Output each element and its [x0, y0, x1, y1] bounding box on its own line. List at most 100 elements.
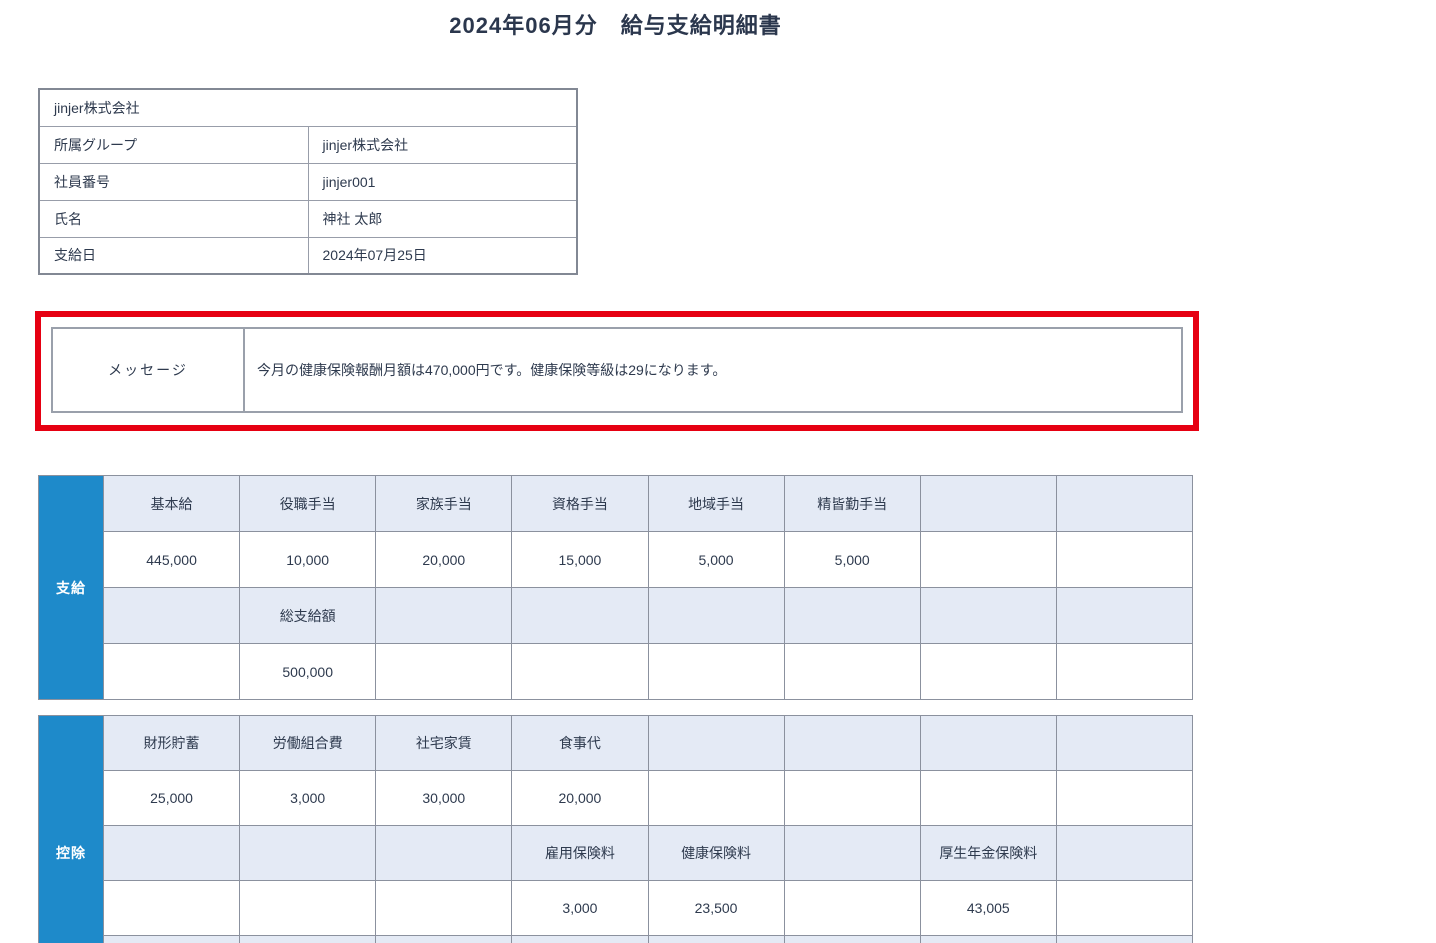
- payment-value-cell: 445,000: [102, 531, 241, 588]
- deduction-header-cell: [783, 825, 921, 881]
- payment-table: 支給 基本給 役職手当 家族手当 資格手当 地域手当 精皆勤手当 445,000…: [38, 475, 1194, 700]
- payment-value-cell: [919, 531, 1057, 588]
- info-label-cell: 所属グループ: [38, 125, 309, 164]
- table-row: [39, 935, 1194, 943]
- deduction-header-cell: [1055, 935, 1194, 943]
- payment-value-cell: [647, 643, 785, 700]
- deduction-value-cell: 23,500: [647, 880, 785, 936]
- table-row: 社員番号 jinjer001: [38, 162, 578, 201]
- table-row: 所属グループ jinjer株式会社: [38, 125, 578, 164]
- payment-value-cell: [783, 643, 921, 700]
- deduction-value-cell: 3,000: [239, 770, 377, 826]
- table-row: 500,000: [39, 643, 1194, 700]
- table-row: 氏名 神社 太郎: [38, 199, 578, 238]
- deduction-header-cell: 労働組合費: [239, 715, 377, 771]
- deduction-header-cell: [783, 715, 921, 771]
- info-value-cell: 神社 太郎: [307, 199, 578, 238]
- table-row: 支給日 2024年07月25日: [38, 236, 578, 275]
- table-row: 3,000 23,500 43,005: [39, 880, 1194, 936]
- page-title: 2024年06月分 給与支給明細書: [449, 13, 782, 38]
- payment-header-cell: [1055, 587, 1194, 644]
- payment-value-cell: [102, 643, 241, 700]
- table-row: 支給 基本給 役職手当 家族手当 資格手当 地域手当 精皆勤手当: [38, 475, 1194, 700]
- employee-info-table: jinjer株式会社 所属グループ jinjer株式会社 社員番号 jinjer…: [38, 88, 578, 275]
- payment-header-cell: 役職手当: [239, 475, 377, 532]
- table-row: 445,000 10,000 20,000 15,000 5,000 5,000: [39, 531, 1194, 588]
- deduction-header-cell: [239, 825, 377, 881]
- payment-value-cell: [511, 643, 649, 700]
- payment-header-cell: [511, 587, 649, 644]
- table-row: jinjer株式会社: [38, 88, 578, 127]
- table-row: 雇用保険料 健康保険料 厚生年金保険料: [39, 825, 1194, 881]
- payment-header-cell: [919, 587, 1057, 644]
- info-value-cell: jinjer株式会社: [307, 125, 578, 164]
- deduction-header-cell: 財形貯蓄: [102, 715, 241, 771]
- info-value-cell: jinjer001: [307, 162, 578, 201]
- deduction-header-cell: [239, 935, 377, 943]
- deduction-value-cell: 30,000: [375, 770, 513, 826]
- deduction-value-cell: 43,005: [919, 880, 1057, 936]
- payment-header-cell: [647, 587, 785, 644]
- payment-value-cell: [375, 643, 513, 700]
- payment-header-cell: [919, 475, 1057, 532]
- info-value-cell: 2024年07月25日: [307, 236, 578, 275]
- payment-header-cell: 地域手当: [647, 475, 785, 532]
- deduction-header-cell: [647, 715, 785, 771]
- deduction-header-cell: [919, 715, 1057, 771]
- payment-header-cell: [783, 587, 921, 644]
- deduction-header-cell: [511, 935, 649, 943]
- payment-value-cell: 5,000: [647, 531, 785, 588]
- message-text-cell: 今月の健康保険報酬月額は470,000円です。健康保険等級は29になります。: [243, 327, 1183, 413]
- deduction-value-cell: [647, 770, 785, 826]
- payment-value-cell: 500,000: [239, 643, 377, 700]
- table-row: メッセージ 今月の健康保険報酬月額は470,000円です。健康保険等級は29にな…: [51, 327, 1183, 413]
- payment-section-label: 支給: [38, 475, 104, 700]
- deduction-header-cell: 社宅家賃: [375, 715, 513, 771]
- deduction-header-cell: [1055, 825, 1194, 881]
- deduction-header-cell: 食事代: [511, 715, 649, 771]
- deduction-value-cell: [919, 770, 1057, 826]
- info-label-cell: 社員番号: [38, 162, 309, 201]
- payment-value-cell: 5,000: [783, 531, 921, 588]
- company-name-cell: jinjer株式会社: [38, 88, 578, 127]
- info-label-cell: 支給日: [38, 236, 309, 275]
- deduction-value-cell: 25,000: [102, 770, 241, 826]
- payment-value-cell: [1055, 531, 1194, 588]
- deduction-header-cell: 雇用保険料: [511, 825, 649, 881]
- payment-header-cell: 精皆勤手当: [783, 475, 921, 532]
- deduction-value-cell: [1055, 770, 1194, 826]
- deduction-header-cell: 健康保険料: [647, 825, 785, 881]
- deduction-header-cell: [783, 935, 921, 943]
- deduction-header-cell: [102, 935, 241, 943]
- payment-value-cell: 15,000: [511, 531, 649, 588]
- table-row: 25,000 3,000 30,000 20,000: [39, 770, 1194, 826]
- table-row: 総支給額: [39, 587, 1194, 644]
- deduction-header-cell: [375, 825, 513, 881]
- message-table: メッセージ 今月の健康保険報酬月額は470,000円です。健康保険等級は29にな…: [51, 327, 1183, 413]
- payment-header-cell: 資格手当: [511, 475, 649, 532]
- payment-header-cell: [102, 587, 241, 644]
- deduction-value-cell: [102, 880, 241, 936]
- deduction-header-cell: [919, 935, 1057, 943]
- info-label-cell: 氏名: [38, 199, 309, 238]
- deduction-value-cell: [783, 880, 921, 936]
- deduction-value-cell: [783, 770, 921, 826]
- deduction-header-cell: [647, 935, 785, 943]
- deduction-value-cell: 3,000: [511, 880, 649, 936]
- deduction-value-cell: [239, 880, 377, 936]
- deduction-header-cell: [375, 935, 513, 943]
- deduction-section-label: 控除: [38, 715, 104, 943]
- payment-header-cell: 基本給: [102, 475, 241, 532]
- deduction-header-cell: [1055, 715, 1194, 771]
- payment-header-cell: [1055, 475, 1194, 532]
- table-row: 控除 財形貯蓄 労働組合費 社宅家賃 食事代: [38, 715, 1194, 943]
- message-alert-box: メッセージ 今月の健康保険報酬月額は470,000円です。健康保険等級は29にな…: [35, 311, 1199, 431]
- payment-value-cell: [1055, 643, 1194, 700]
- deduction-value-cell: [1055, 880, 1194, 936]
- payment-value-cell: 20,000: [375, 531, 513, 588]
- deduction-value-cell: [375, 880, 513, 936]
- deduction-header-cell: [102, 825, 241, 881]
- payment-header-cell: [375, 587, 513, 644]
- message-label-cell: メッセージ: [51, 327, 245, 413]
- payslip-page: 2024年06月分 給与支給明細書 jinjer株式会社 所属グループ jinj…: [0, 0, 1436, 943]
